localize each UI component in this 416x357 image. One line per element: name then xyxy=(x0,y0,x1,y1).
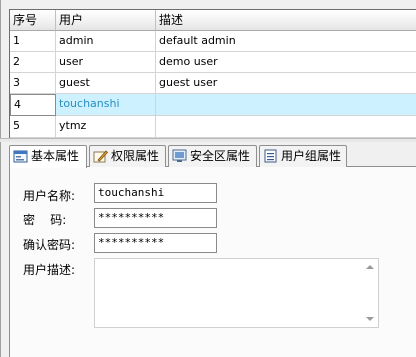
user-grid: 序号 用户 描述 1 admin default admin 2 user de… xyxy=(9,9,416,138)
row-index-cell[interactable]: 2 xyxy=(10,52,56,73)
security-zone-icon xyxy=(172,149,187,163)
scroll-up-icon[interactable] xyxy=(366,265,374,269)
window-left-border xyxy=(0,0,1,357)
user-cell[interactable]: guest xyxy=(56,73,156,94)
user-cell[interactable]: admin xyxy=(56,31,156,52)
table-row-selected[interactable]: 4 touchanshi xyxy=(10,94,416,116)
description-cell[interactable]: demo user xyxy=(156,52,416,73)
row-index-cell[interactable]: 4 xyxy=(10,94,56,116)
description-textarea[interactable] xyxy=(94,258,379,328)
description-label: 用户描述: xyxy=(23,263,76,277)
panel-splitter[interactable] xyxy=(0,138,416,142)
user-properties-icon xyxy=(13,149,28,163)
grid-header: 序号 用户 描述 xyxy=(10,10,416,31)
scroll-down-icon[interactable] xyxy=(366,317,374,321)
row-index-cell[interactable]: 1 xyxy=(10,31,56,52)
tab-label: 安全区属性 xyxy=(190,149,251,163)
password-field[interactable]: ********** xyxy=(94,208,217,228)
tab-user-group-properties[interactable]: 用户组属性 xyxy=(259,145,347,167)
description-cell[interactable] xyxy=(156,94,416,116)
column-header-description[interactable]: 描述 xyxy=(156,10,416,31)
tab-basic-properties[interactable]: 基本属性 xyxy=(9,145,87,168)
tab-label: 权限属性 xyxy=(111,149,160,163)
tab-label: 基本属性 xyxy=(31,149,80,163)
column-header-user[interactable]: 用户 xyxy=(56,10,156,31)
row-index-cell[interactable]: 5 xyxy=(10,116,56,138)
description-cell[interactable]: default admin xyxy=(156,31,416,52)
permission-edit-icon xyxy=(93,149,109,163)
description-cell[interactable]: guest user xyxy=(156,73,416,94)
password-label: 密 码: xyxy=(23,213,67,227)
tab-security-zone-properties[interactable]: 安全区属性 xyxy=(168,145,257,167)
description-scrollbar[interactable] xyxy=(363,259,378,327)
column-header-index[interactable]: 序号 xyxy=(10,10,56,31)
user-cell[interactable]: touchanshi xyxy=(56,94,156,116)
table-row[interactable]: 1 admin default admin xyxy=(10,31,416,52)
row-index-cell[interactable]: 3 xyxy=(10,73,56,94)
user-group-list-icon xyxy=(263,149,278,163)
table-row[interactable]: 2 user demo user xyxy=(10,52,416,73)
tab-permission-properties[interactable]: 权限属性 xyxy=(89,145,166,167)
description-text xyxy=(95,259,378,265)
tab-label: 用户组属性 xyxy=(281,149,342,163)
confirm-password-field[interactable]: ********** xyxy=(94,233,217,253)
table-row[interactable]: 3 guest guest user xyxy=(10,73,416,94)
confirm-password-label: 确认密码: xyxy=(23,238,76,252)
username-field[interactable]: touchanshi xyxy=(94,183,217,203)
table-row[interactable]: 5 ytmz xyxy=(10,116,416,138)
user-cell[interactable]: ytmz xyxy=(56,116,156,138)
username-label: 用户名称: xyxy=(23,189,76,203)
user-cell[interactable]: user xyxy=(56,52,156,73)
description-cell[interactable] xyxy=(156,116,416,138)
